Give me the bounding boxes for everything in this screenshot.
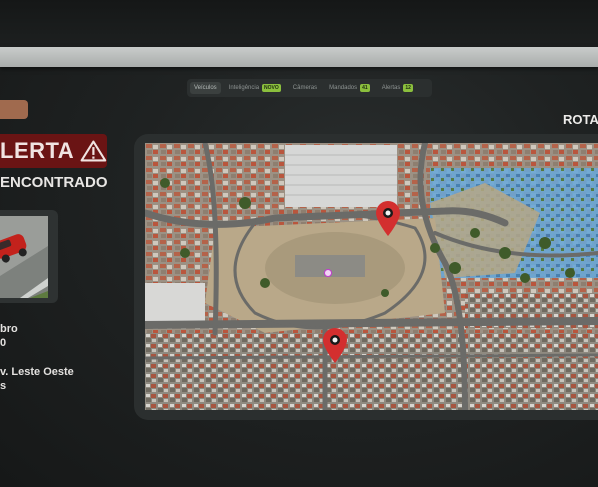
tab-label: Câmeras — [292, 85, 318, 91]
detail-line-3: v. Leste Oeste — [0, 366, 74, 378]
count-badge: 12 — [403, 84, 413, 92]
route-heading: ROTA — [563, 112, 598, 127]
count-badge: 41 — [360, 84, 370, 92]
alert-title: LERTA — [0, 138, 75, 163]
warning-triangle-icon — [80, 140, 107, 162]
detail-line-2: 0 — [0, 337, 7, 349]
map-pin-icon[interactable] — [375, 201, 401, 237]
detail-line-1: bro — [0, 323, 18, 335]
tab-cameras[interactable]: Câmeras — [289, 82, 321, 94]
tab-mandados[interactable]: Mandados 41 — [325, 81, 374, 95]
new-badge: NOVO — [262, 84, 281, 92]
status-label: ENCONTRADO — [0, 174, 108, 191]
monitor-bezel — [0, 0, 598, 48]
satellite-map[interactable] — [145, 143, 598, 410]
tab-alertas[interactable]: Alertas 12 — [378, 81, 417, 95]
location-marker — [324, 269, 332, 277]
tab-label: Alertas — [381, 85, 401, 91]
map-pin-icon[interactable] — [322, 328, 348, 364]
tab-label: Inteligência — [228, 85, 260, 91]
back-button[interactable] — [0, 100, 28, 119]
vehicle-photo-frame[interactable] — [0, 210, 58, 303]
alert-banner: LERTA — [0, 134, 107, 168]
window-top-bar — [0, 47, 598, 67]
tab-label: Veículos — [194, 85, 217, 91]
top-navigation: Veículos Inteligência NOVO Câmeras Manda… — [187, 79, 432, 97]
tab-label: Mandados — [329, 85, 358, 91]
vehicle-photo — [0, 216, 48, 298]
tab-veiculos[interactable]: Veículos — [190, 82, 221, 94]
tab-inteligencia[interactable]: Inteligência NOVO — [225, 81, 285, 95]
detail-line-4: s — [0, 380, 7, 392]
